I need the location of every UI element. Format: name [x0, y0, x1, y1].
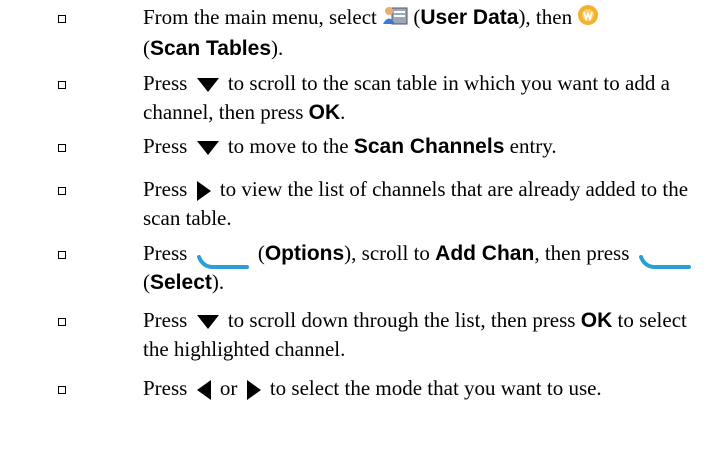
scan-channels-label: Scan Channels: [353, 135, 505, 158]
options-label: Options: [264, 242, 345, 265]
checkbox-bullet: [58, 15, 66, 23]
checkbox-bullet: [58, 318, 66, 326]
step-text: Press or to select the mode that you wan…: [143, 374, 703, 403]
right-arrow-icon: [196, 181, 211, 202]
step-text: Press to move to the Scan Channels entry…: [143, 132, 703, 161]
scan-tables-label: Scan Tables: [150, 37, 271, 61]
down-arrow-icon: [196, 141, 219, 156]
step-text-part: Press: [143, 376, 188, 400]
step-text-part: , then press: [534, 241, 630, 265]
step-text-part: From the main menu, select: [143, 5, 377, 29]
select-label: Select: [150, 271, 212, 294]
step-text-part: ), then: [518, 5, 573, 29]
step-text-part: to scroll down through the list, then pr…: [227, 308, 576, 332]
step-text-part: to view the list of channels that are al…: [143, 177, 689, 230]
down-arrow-icon: [196, 78, 219, 93]
step-text-part: entry.: [509, 134, 557, 158]
step-text-part: to scroll to the scan table in which you…: [143, 71, 670, 124]
step-text-part: ).: [211, 270, 225, 294]
ok-key-label: OK: [308, 101, 341, 124]
step-text: Press to scroll down through the list, t…: [143, 306, 703, 364]
step-text: Press to view the list of channels that …: [143, 175, 703, 233]
checkbox-bullet: [58, 386, 66, 394]
step-text: Press (Options), scroll to Add Chan, the…: [143, 239, 703, 297]
checkbox-bullet: [58, 144, 66, 152]
step-text-part: or: [219, 376, 238, 400]
step-text: Press to scroll to the scan table in whi…: [143, 69, 703, 127]
left-softkey-icon: [196, 248, 249, 270]
step-text-part: to select the mode that you want to use.: [269, 376, 602, 400]
checkbox-bullet: [58, 81, 66, 89]
user-data-label: User Data: [420, 6, 519, 29]
step-text-part: Press: [143, 134, 188, 158]
left-arrow-icon: [196, 380, 211, 401]
left-softkey-icon: [638, 248, 691, 270]
step-text-part: Press: [143, 241, 188, 265]
step-text-part: ).: [271, 36, 284, 61]
scan-tables-icon: [577, 4, 599, 34]
step-text-part: ), scroll to: [344, 241, 430, 265]
right-arrow-icon: [246, 380, 261, 401]
step-text-part: Press: [143, 308, 188, 332]
step-text-part: to move to the: [227, 134, 349, 158]
down-arrow-icon: [196, 315, 219, 330]
step-text: From the main menu, select (User Data), …: [143, 3, 703, 63]
step-text-part: Press: [143, 177, 188, 201]
checkbox-bullet: [58, 251, 66, 259]
step-text-part: Press: [143, 71, 188, 95]
step-text-part: .: [340, 100, 346, 124]
checkbox-bullet: [58, 187, 66, 195]
add-chan-label: Add Chan: [435, 242, 535, 265]
user-data-icon: [382, 4, 408, 34]
ok-key-label: OK: [580, 309, 613, 332]
